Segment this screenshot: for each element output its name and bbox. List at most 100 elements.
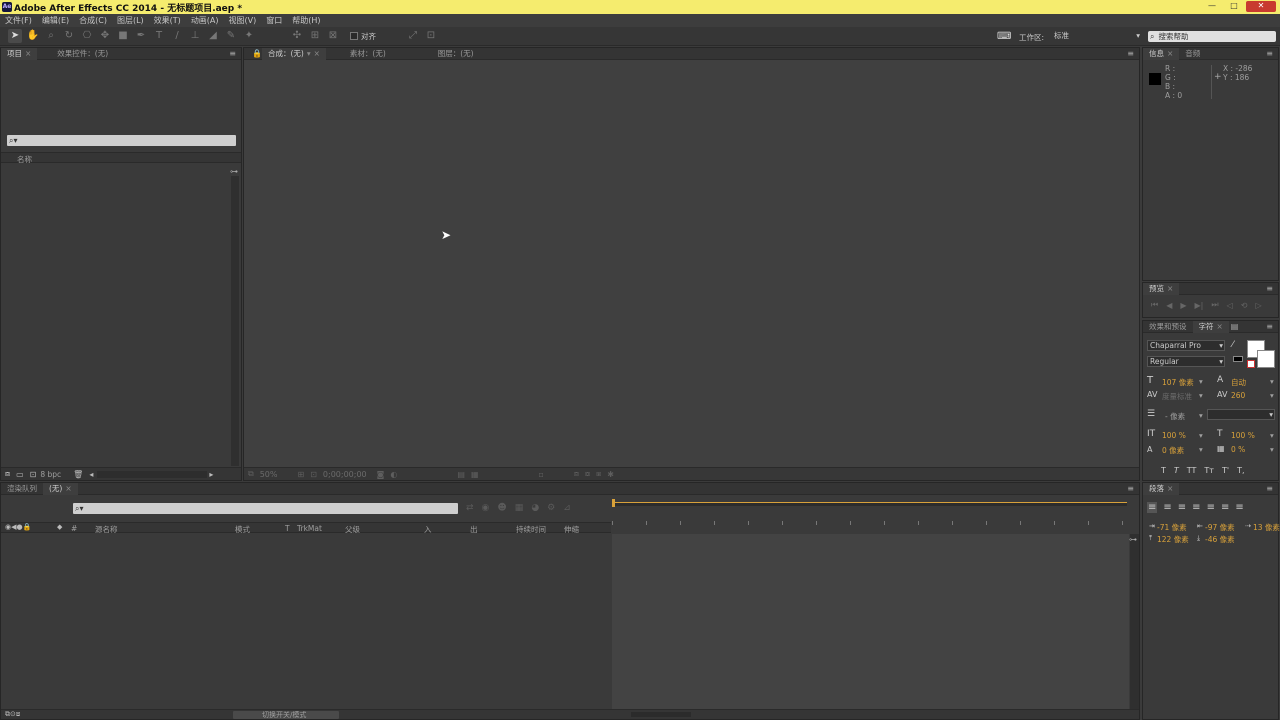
lock-icon[interactable]: 🔒 xyxy=(252,49,262,58)
small-caps-button[interactable]: Tт xyxy=(1204,466,1214,475)
justify-left-icon[interactable]: ≡ xyxy=(1192,502,1200,513)
flowchart-icon[interactable]: ⊶ xyxy=(1129,535,1137,544)
type-tool-icon[interactable]: T xyxy=(152,29,166,43)
scroll-left-icon[interactable]: ◂ xyxy=(89,470,93,479)
camera-tool-icon[interactable]: ⎔ xyxy=(80,29,94,43)
layer-list[interactable] xyxy=(1,534,611,709)
column-trkmat[interactable]: TrkMat xyxy=(297,524,322,533)
indent-first-value[interactable]: 13 像素 xyxy=(1253,522,1280,533)
eraser-tool-icon[interactable]: ◢ xyxy=(206,29,220,43)
tab-paragraph[interactable]: 段落 × xyxy=(1143,482,1180,495)
work-area-bar[interactable] xyxy=(614,502,1127,506)
chevron-down-icon[interactable]: ▾ xyxy=(307,49,311,58)
transparency-grid-icon[interactable]: ▦ xyxy=(471,470,479,479)
time-indicator-icon[interactable] xyxy=(612,499,615,507)
tab-audio[interactable]: 音频 xyxy=(1179,48,1206,60)
frame-blending-icon[interactable]: ▦ xyxy=(515,503,524,513)
brainstorm-icon[interactable]: ⚙ xyxy=(547,503,555,513)
footer-toggle-icons[interactable]: ⧉⊙⧈ xyxy=(5,710,20,719)
scroll-right-icon[interactable]: ▸ xyxy=(209,470,213,479)
timeline-ruler[interactable] xyxy=(612,499,1129,533)
zoom-tool-icon[interactable]: ⌕ xyxy=(44,29,58,43)
viewer-timecode[interactable]: 0;00;00;00 xyxy=(323,470,367,479)
flowchart-icon[interactable]: ⊶ xyxy=(230,167,238,176)
zoom-level[interactable]: 50% xyxy=(260,470,278,479)
viewer-canvas[interactable] xyxy=(244,61,1139,466)
panel-menu-icon[interactable]: ≡ xyxy=(1266,48,1273,60)
tab-composition[interactable]: 合成：(无) ▾ × xyxy=(261,47,326,60)
grid-icon[interactable]: ⊞ xyxy=(298,470,305,479)
chevron-down-icon[interactable]: ▾ xyxy=(1199,445,1203,454)
close-icon[interactable]: × xyxy=(65,484,71,493)
prev-frame-icon[interactable]: ◀ xyxy=(1166,301,1172,310)
tab-render-queue[interactable]: 渲染队列 xyxy=(1,483,43,495)
snap-feather-icon[interactable]: ⊡ xyxy=(424,29,438,43)
chevron-down-icon[interactable]: ▾ xyxy=(1270,391,1274,400)
align-center-icon[interactable]: ≡ xyxy=(1163,502,1171,513)
project-search-input[interactable]: ⌕▾ xyxy=(7,135,236,146)
horizontal-scale-value[interactable]: 100 % xyxy=(1231,431,1255,440)
workspace-select[interactable]: 标准 ▾ xyxy=(1052,31,1142,42)
axis-tool-icon[interactable]: ✣ xyxy=(290,29,304,43)
timeline-scrollbar[interactable] xyxy=(1130,534,1139,709)
always-preview-icon[interactable]: ⧉ xyxy=(248,469,254,479)
panel-menu-icon[interactable]: ≡ xyxy=(229,48,236,60)
eyedropper-icon[interactable]: ⁄ xyxy=(1232,340,1234,350)
tab-footage[interactable]: 素材：(无) xyxy=(344,48,392,60)
faux-italic-button[interactable]: T xyxy=(1174,466,1179,475)
align-left-icon[interactable]: ≡ xyxy=(1147,502,1158,513)
first-frame-icon[interactable]: ⏮ xyxy=(1151,300,1158,310)
chevron-down-icon[interactable]: ▾ xyxy=(1199,391,1203,400)
space-before-value[interactable]: 122 像素 xyxy=(1157,534,1189,545)
stroke-color-swatch[interactable] xyxy=(1257,350,1275,368)
clone-stamp-tool-icon[interactable]: ⊥ xyxy=(188,29,202,43)
timeline-search-input[interactable]: ⌕▾ xyxy=(73,503,458,514)
tab-timeline-none[interactable]: (无) × xyxy=(43,482,78,495)
subscript-button[interactable]: T, xyxy=(1237,466,1244,475)
all-caps-button[interactable]: TT xyxy=(1187,466,1197,475)
panel-menu-icon[interactable]: ≡ xyxy=(1266,283,1273,295)
tab-info[interactable]: 信息 × xyxy=(1143,47,1180,60)
fast-preview-icon[interactable]: ⧇ xyxy=(585,469,590,479)
baseline-shift-value[interactable]: 0 像素 xyxy=(1162,445,1184,456)
axis-view-icon[interactable]: ⊠ xyxy=(326,29,340,43)
horizontal-scrollbar[interactable] xyxy=(97,470,208,478)
panel-menu-icon[interactable]: ≡ xyxy=(1266,483,1273,495)
chevron-down-icon[interactable]: ▾ xyxy=(1199,411,1203,420)
black-swatch-icon[interactable] xyxy=(1233,356,1243,362)
stroke-width-value[interactable]: - 像素 xyxy=(1165,411,1185,422)
close-icon[interactable]: × xyxy=(314,49,320,58)
shy-icon[interactable]: ☻ xyxy=(497,503,506,513)
snap-checkbox[interactable] xyxy=(350,32,358,40)
maximize-button[interactable]: □ xyxy=(1224,1,1244,12)
panel-menu-icon[interactable]: ≡ xyxy=(1266,321,1273,333)
graph-editor-icon[interactable]: ⊿ xyxy=(563,503,571,513)
menu-edit[interactable]: 编辑(E) xyxy=(37,14,74,27)
justify-all-icon[interactable]: ≡ xyxy=(1235,502,1243,513)
rectangle-tool-icon[interactable]: ■ xyxy=(116,29,130,43)
motion-blur-icon[interactable]: ◕ xyxy=(531,503,539,513)
exposure-icon[interactable]: ✱ xyxy=(607,470,614,479)
indent-left-value[interactable]: -71 像素 xyxy=(1157,522,1187,533)
tab-effect-controls[interactable]: 效果控件：(无) xyxy=(51,48,114,60)
align-right-icon[interactable]: ≡ xyxy=(1178,502,1186,513)
close-icon[interactable]: × xyxy=(1167,484,1173,493)
justify-center-icon[interactable]: ≡ xyxy=(1207,502,1215,513)
project-scrollbar[interactable] xyxy=(231,176,239,466)
menu-view[interactable]: 视图(V) xyxy=(224,14,262,27)
pan-behind-tool-icon[interactable]: ✥ xyxy=(98,29,112,43)
panel-menu-icon[interactable]: ≡ xyxy=(1127,48,1134,60)
timeline-graph-area[interactable] xyxy=(612,534,1129,709)
timeline-toggle-icon[interactable]: ⧆ xyxy=(596,469,601,479)
chevron-down-icon[interactable]: ▾ xyxy=(1270,431,1274,440)
chevron-down-icon[interactable]: ▾ xyxy=(1199,377,1203,386)
play-icon[interactable]: ▶ xyxy=(1180,301,1186,310)
justify-right-icon[interactable]: ≡ xyxy=(1221,502,1229,513)
menu-effect[interactable]: 效果(T) xyxy=(149,14,186,27)
space-after-value[interactable]: -46 像素 xyxy=(1205,534,1235,545)
chevron-down-icon[interactable]: ▾ xyxy=(1270,377,1274,386)
pen-tool-icon[interactable]: ✒ xyxy=(134,29,148,43)
region-icon[interactable]: ⊡ xyxy=(310,470,317,479)
snapshot-icon[interactable]: ◙ xyxy=(377,470,385,479)
zoom-slider[interactable] xyxy=(631,712,691,717)
